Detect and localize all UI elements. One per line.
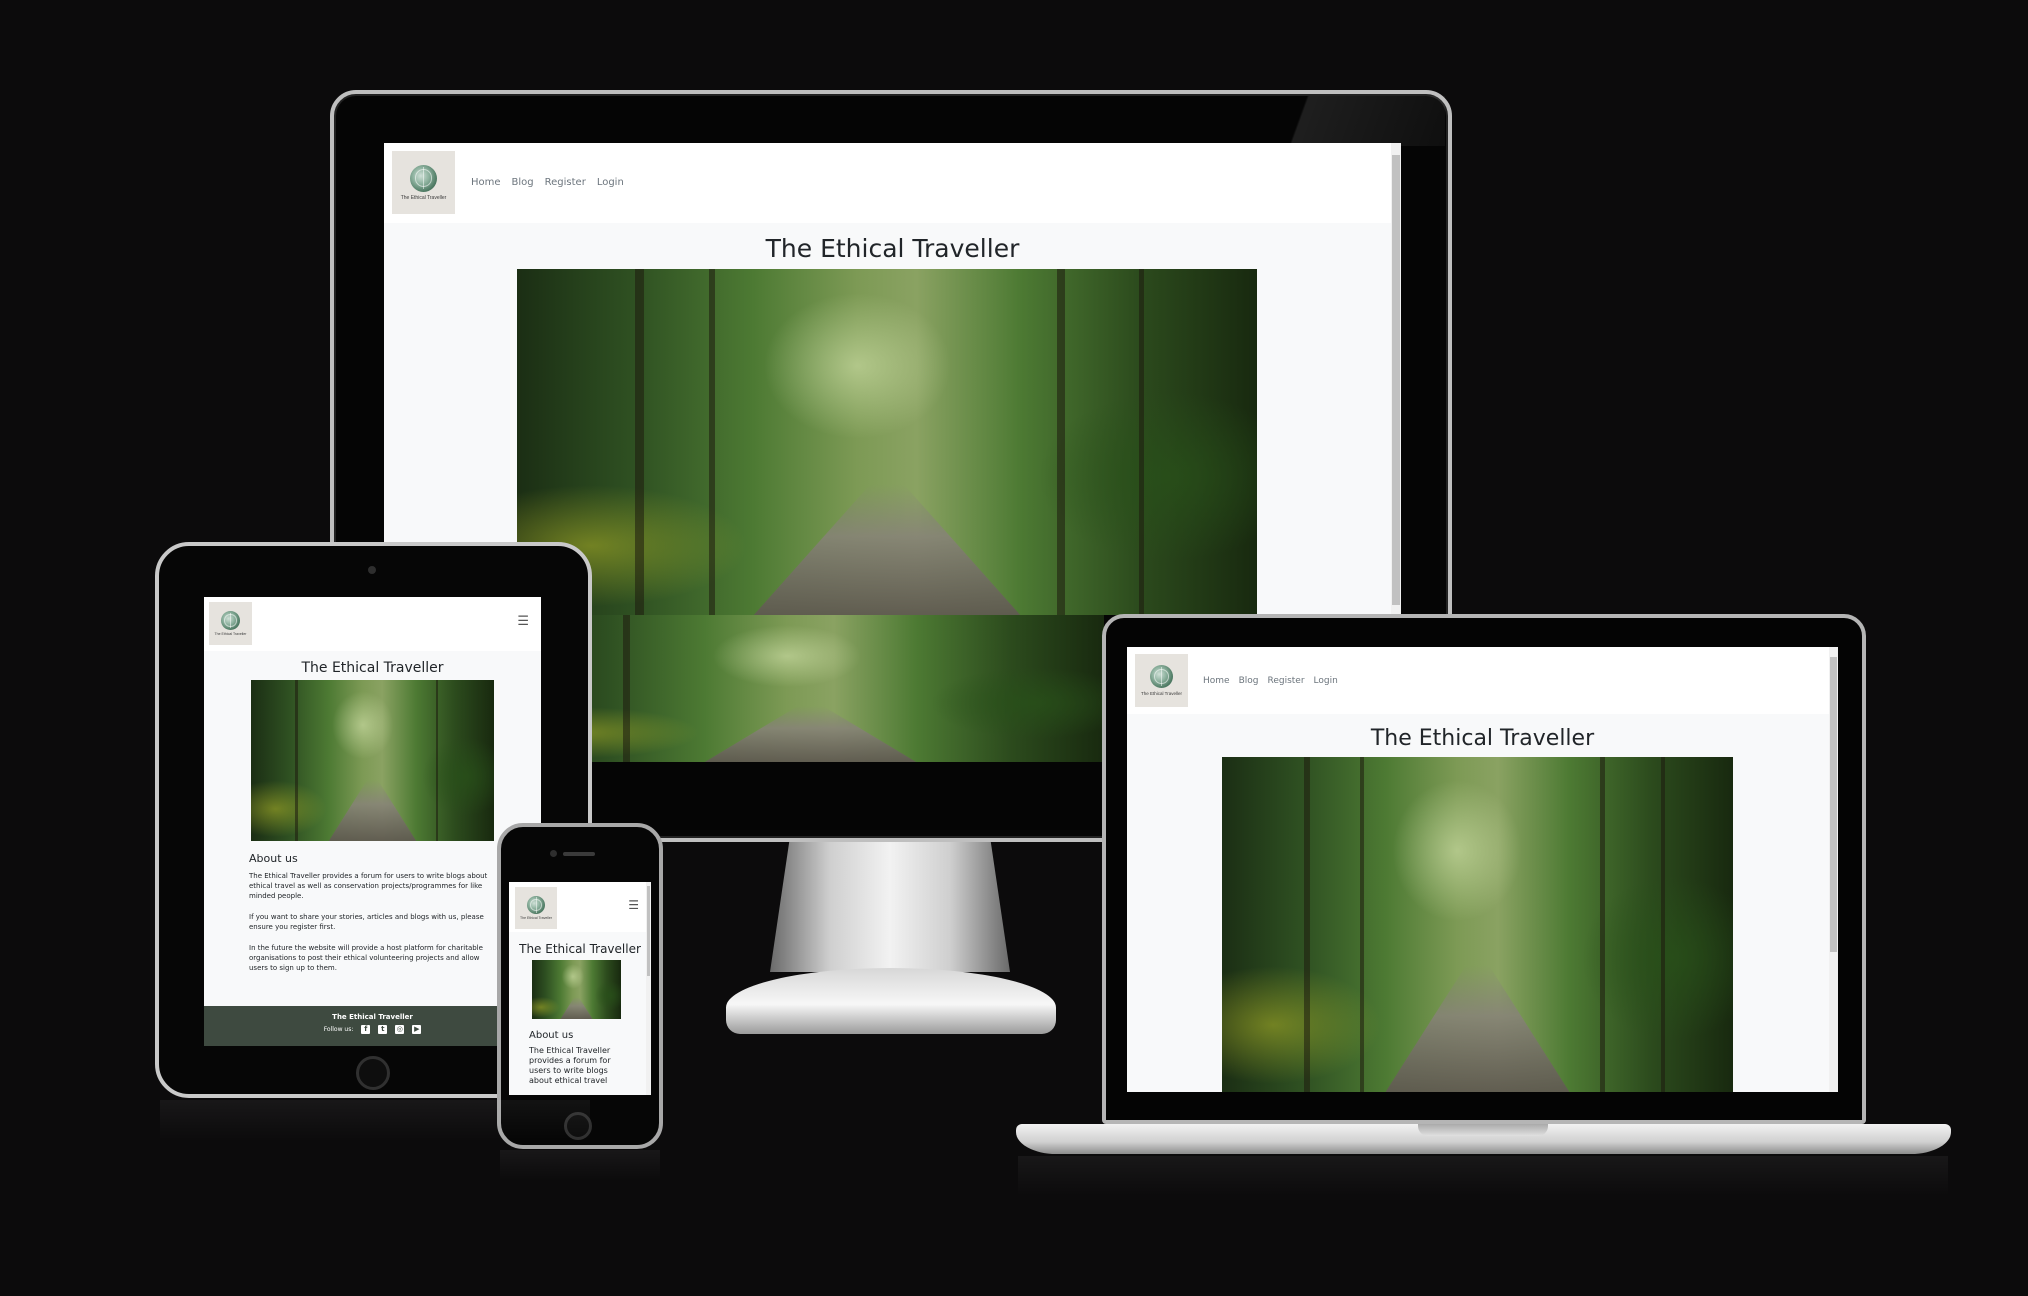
nav-blog[interactable]: Blog [512, 177, 534, 188]
logo-text: The Ethical Traveller [520, 916, 552, 920]
about-paragraph: In the future the website will provide a… [249, 944, 483, 972]
laptop-screen: The Ethical Traveller Home Blog Register… [1127, 647, 1838, 1092]
tablet-home-button[interactable] [356, 1056, 390, 1090]
laptop-reflection [1018, 1156, 1948, 1196]
logo[interactable]: The Ethical Traveller [1135, 654, 1188, 707]
phone-screen: The Ethical Traveller ☰ The Ethical Trav… [509, 882, 651, 1095]
logo-text: The Ethical Traveller [400, 194, 447, 201]
tablet-camera [368, 566, 376, 574]
nav-login[interactable]: Login [597, 177, 624, 188]
hero-image [532, 960, 621, 1019]
about-paragraph: The Ethical Traveller provides a forum f… [529, 1046, 611, 1085]
navbar: The Ethical Traveller ☰ [509, 882, 651, 932]
globe-icon [221, 611, 240, 630]
nav-blog[interactable]: Blog [1239, 676, 1259, 686]
globe-icon [1150, 665, 1173, 688]
nav-register[interactable]: Register [1267, 676, 1304, 686]
hamburger-icon[interactable]: ☰ [628, 898, 639, 912]
desktop-scrollbar[interactable] [1391, 143, 1401, 615]
about-heading: About us [529, 1030, 574, 1041]
laptop-scrollbar[interactable] [1829, 647, 1838, 1092]
hamburger-icon[interactable]: ☰ [517, 614, 529, 629]
nav-home[interactable]: Home [1203, 676, 1230, 686]
logo[interactable]: The Ethical Traveller [392, 151, 455, 214]
twitter-icon[interactable]: t [378, 1025, 388, 1034]
hero-image-lower [517, 615, 1104, 762]
about-heading: About us [249, 852, 298, 865]
globe-icon [410, 164, 437, 192]
phone-scrollbar[interactable] [646, 882, 651, 1095]
nav-register[interactable]: Register [545, 177, 586, 188]
monitor-stand-neck [770, 842, 1010, 972]
page-title: The Ethical Traveller [765, 234, 1020, 263]
logo[interactable]: The Ethical Traveller [209, 602, 252, 645]
nav-login[interactable]: Login [1314, 676, 1338, 686]
footer: The Ethical Traveller Follow us: f t ◎ ▶ [204, 1006, 541, 1046]
navbar: The Ethical Traveller ☰ [204, 597, 541, 651]
laptop-notch [1418, 1124, 1548, 1136]
monitor-stand-base [726, 968, 1056, 1034]
hero-image [251, 680, 494, 841]
nav-home[interactable]: Home [471, 177, 501, 188]
footer-follow: Follow us: f t ◎ ▶ [204, 1025, 541, 1034]
hero-image [517, 269, 1257, 615]
page-title: The Ethical Traveller [1370, 726, 1595, 751]
logo-text: The Ethical Traveller [214, 632, 247, 636]
logo[interactable]: The Ethical Traveller [515, 887, 557, 929]
nav-links: Home Blog Register Login [1203, 676, 1338, 686]
instagram-icon[interactable]: ◎ [395, 1025, 405, 1034]
phone-reflection [500, 1150, 660, 1180]
phone-speaker [563, 852, 595, 856]
phone-camera [550, 850, 557, 857]
nav-links: Home Blog Register Login [471, 177, 624, 188]
page-title: The Ethical Traveller [519, 942, 641, 956]
about-paragraph: The Ethical Traveller provides a forum f… [249, 872, 488, 900]
logo-text: The Ethical Traveller [1140, 691, 1183, 696]
monitor-glare [1240, 96, 1445, 146]
tablet-reflection [160, 1100, 590, 1140]
about-paragraph: If you want to share your stories, artic… [249, 913, 484, 931]
facebook-icon[interactable]: f [361, 1025, 371, 1034]
page-title: The Ethical Traveller [301, 660, 444, 676]
globe-icon [527, 896, 545, 914]
youtube-icon[interactable]: ▶ [412, 1025, 422, 1034]
navbar: The Ethical Traveller Home Blog Register… [1127, 647, 1838, 714]
navbar: The Ethical Traveller Home Blog Register… [384, 143, 1401, 223]
hero-image [1222, 757, 1733, 1092]
follow-label: Follow us: [323, 1026, 354, 1033]
tablet-screen: The Ethical Traveller ☰ The Ethical Trav… [204, 597, 541, 1046]
footer-title: The Ethical Traveller [332, 1013, 413, 1021]
